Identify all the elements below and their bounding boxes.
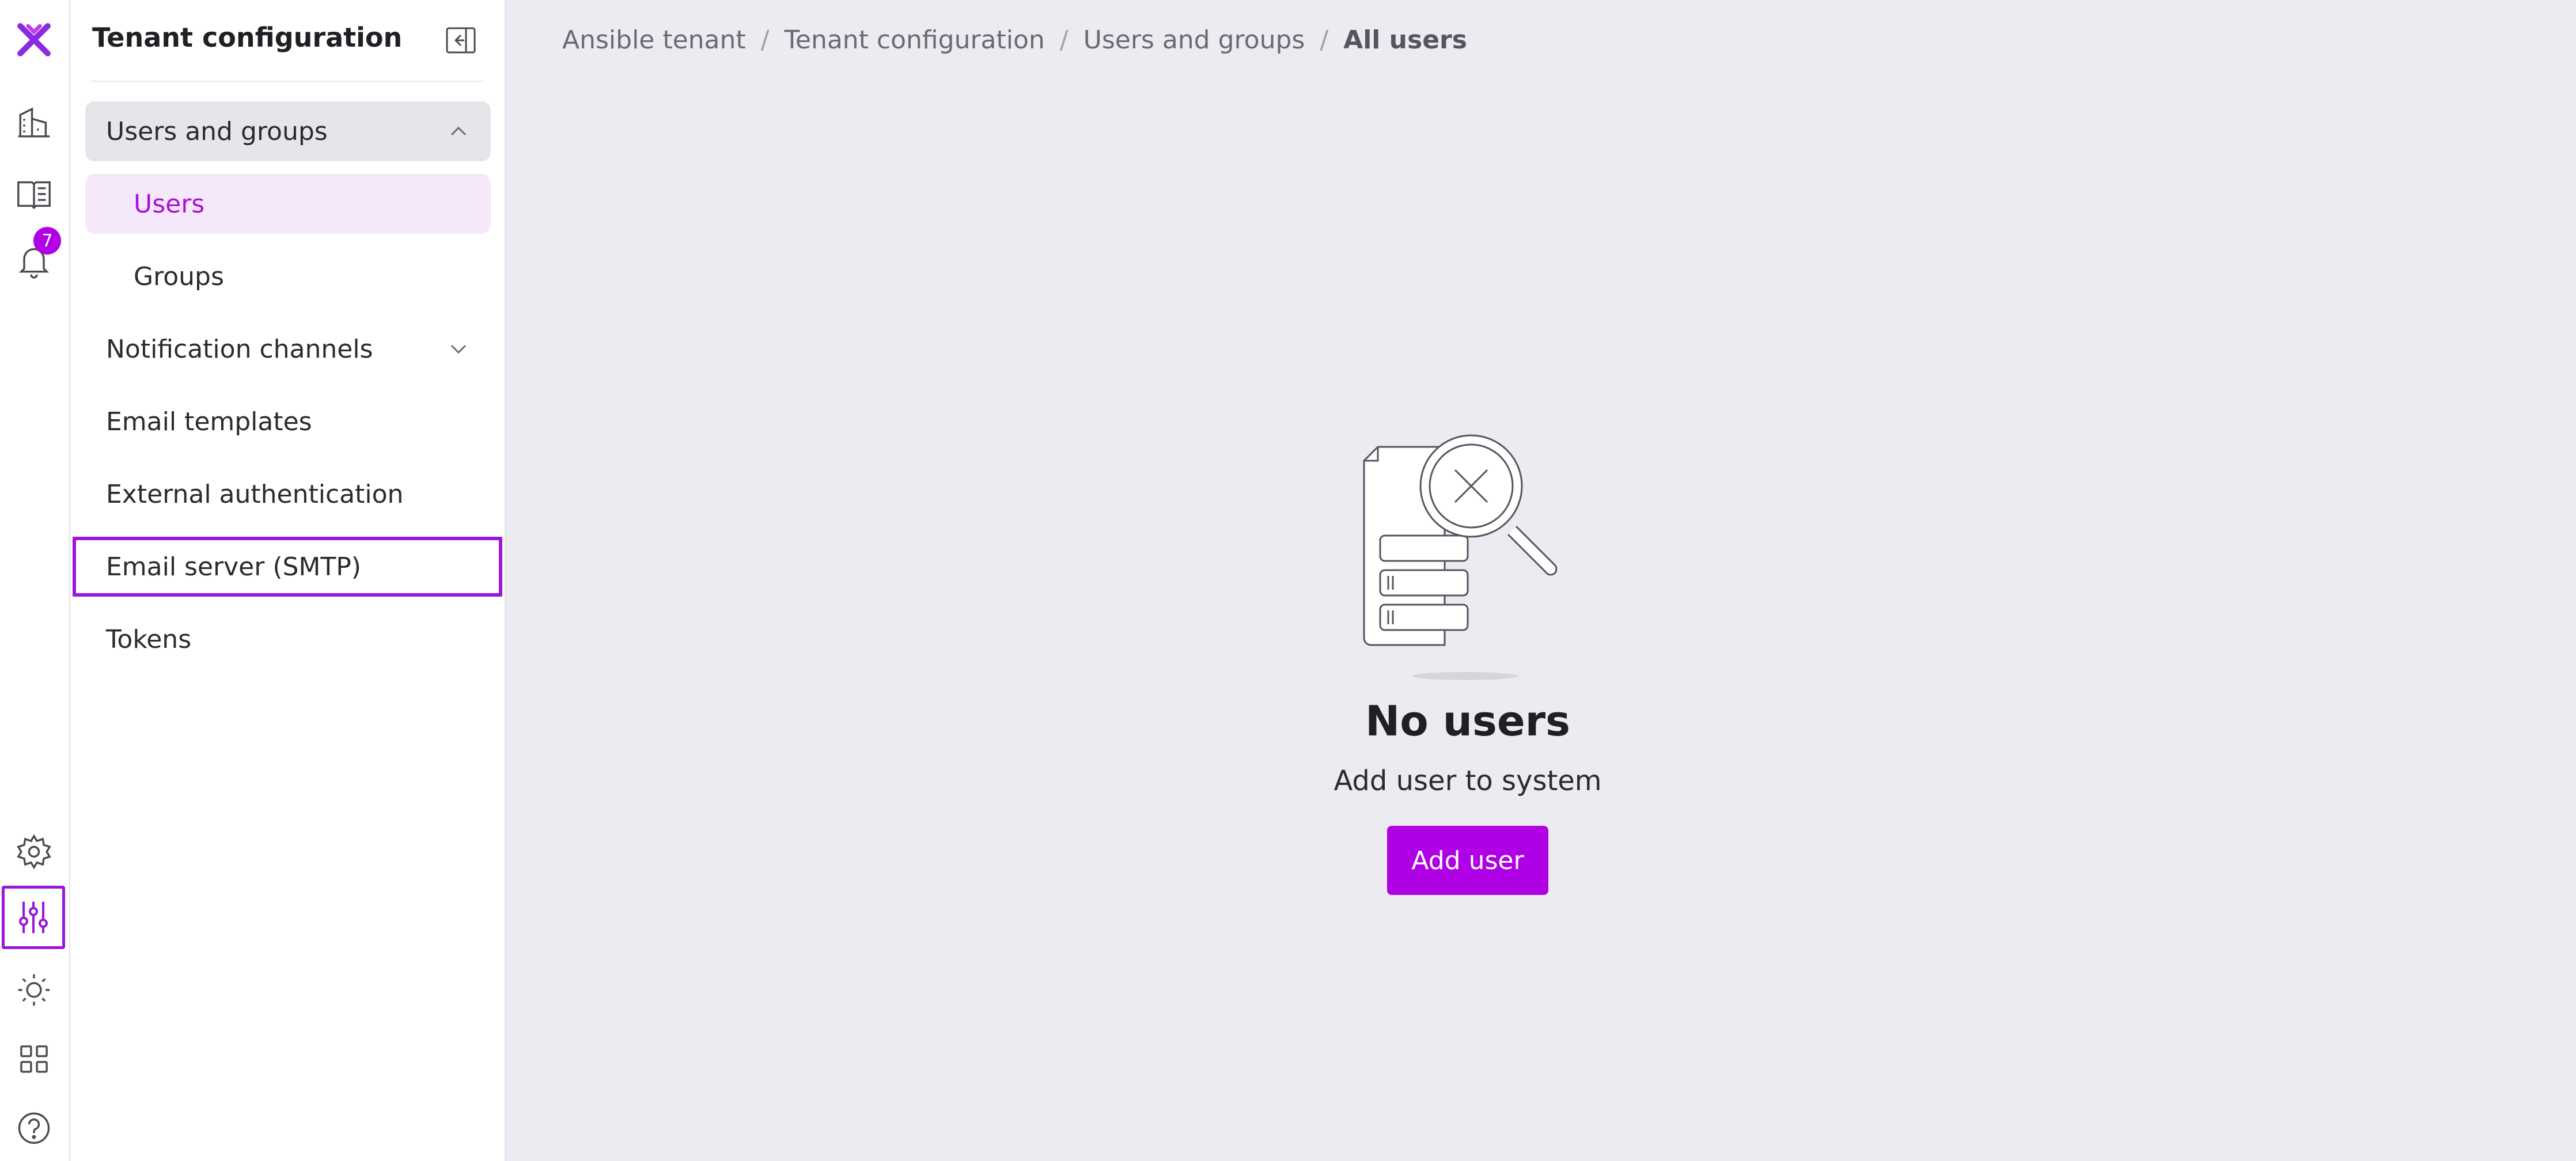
breadcrumb-item-users-and-groups[interactable]: Users and groups <box>1084 25 1305 55</box>
breadcrumb-separator: / <box>1320 25 1329 55</box>
tenant-icon[interactable] <box>3 92 65 153</box>
nav-label: Email server (SMTP) <box>106 552 361 582</box>
collapse-panel-icon[interactable] <box>444 23 478 58</box>
empty-state: No users Add user to system Add user <box>1214 420 1721 895</box>
help-icon[interactable] <box>3 1098 65 1159</box>
breadcrumb-separator: / <box>760 25 770 55</box>
logo-icon[interactable] <box>3 9 65 70</box>
nav-item-external-authentication[interactable]: External authentication <box>85 464 491 524</box>
nav-item-email-templates[interactable]: Email templates <box>85 392 491 451</box>
empty-state-subtitle: Add user to system <box>1334 765 1602 797</box>
theme-icon[interactable] <box>3 959 65 1020</box>
nav-item-groups[interactable]: Groups <box>85 246 491 306</box>
chevron-up-icon <box>450 126 467 136</box>
nav-label: Groups <box>134 261 224 291</box>
notification-count-badge: 7 <box>33 227 61 255</box>
apps-icon[interactable] <box>3 1029 65 1090</box>
tenant-configuration-panel: Tenant configuration Users and groups Us… <box>70 0 506 1161</box>
nav-label: Email templates <box>106 407 312 437</box>
nav-label: Users <box>134 189 205 219</box>
breadcrumb-item-tenant-configuration[interactable]: Tenant configuration <box>784 25 1044 55</box>
panel-divider <box>91 81 483 82</box>
empty-state-title: No users <box>1365 697 1571 745</box>
panel-title: Tenant configuration <box>92 22 403 53</box>
sliders-icon[interactable] <box>2 886 65 949</box>
add-user-button[interactable]: Add user <box>1387 826 1548 895</box>
main-content: Ansible tenant / Tenant configuration / … <box>506 0 2576 1161</box>
settings-icon[interactable] <box>3 821 65 882</box>
breadcrumb: Ansible tenant / Tenant configuration / … <box>562 25 1467 55</box>
chevron-down-icon <box>450 344 467 354</box>
breadcrumb-separator: / <box>1059 25 1069 55</box>
nav-item-email-server-smtp[interactable]: Email server (SMTP) <box>73 537 502 597</box>
nav-label: Users and groups <box>106 116 328 146</box>
no-results-illustration <box>1363 434 1558 680</box>
nav-group-notification-channels[interactable]: Notification channels <box>85 319 491 379</box>
nav-item-tokens[interactable]: Tokens <box>85 609 491 669</box>
nav-label: Tokens <box>106 624 192 654</box>
app-window: 7 Tenant configuration Users and groups … <box>0 0 2576 1161</box>
docs-icon[interactable] <box>3 164 65 225</box>
breadcrumb-item-current: All users <box>1343 25 1467 55</box>
breadcrumb-item-tenant[interactable]: Ansible tenant <box>562 25 746 55</box>
nav-item-users[interactable]: Users <box>85 174 491 234</box>
nav-group-users-and-groups[interactable]: Users and groups <box>85 101 491 161</box>
nav-label: Notification channels <box>106 334 373 364</box>
icon-rail: 7 <box>0 0 70 1161</box>
nav-label: External authentication <box>106 479 404 509</box>
